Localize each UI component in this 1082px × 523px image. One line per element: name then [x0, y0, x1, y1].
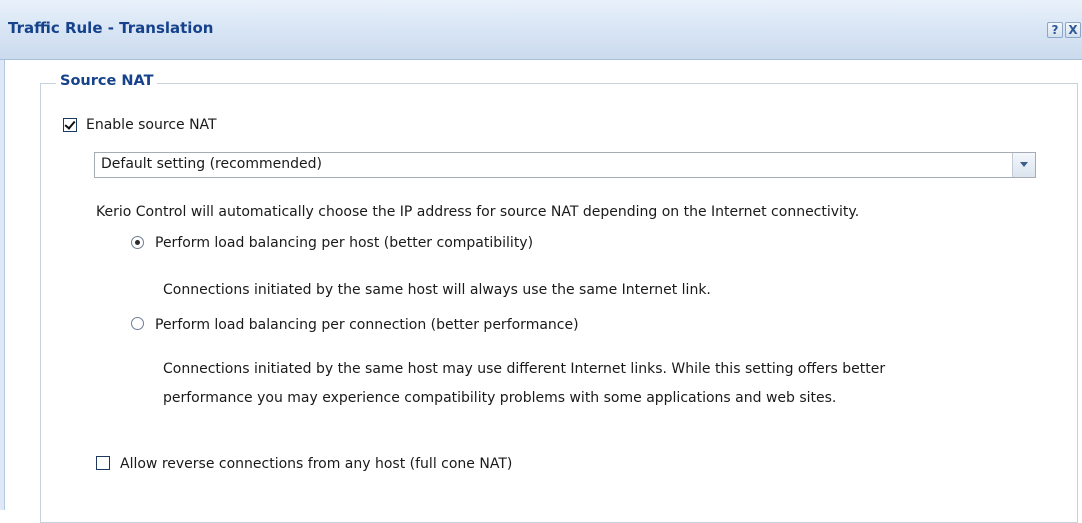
load-balancing-per-host-help: Connections initiated by the same host w… [163, 282, 711, 298]
load-balancing-per-host-label: Perform load balancing per host (better … [155, 235, 534, 251]
load-balancing-per-host-radio[interactable] [131, 236, 144, 249]
source-nat-mode-select[interactable]: Default setting (recommended) [94, 152, 1036, 178]
load-balancing-per-connection-help-line1: Connections initiated by the same host m… [163, 361, 886, 377]
source-nat-mode-value: Default setting (recommended) [101, 156, 322, 172]
source-nat-description: Kerio Control will automatically choose … [96, 204, 860, 220]
enable-source-nat-label: Enable source NAT [86, 117, 217, 133]
load-balancing-per-connection-help-line2: performance you may experience compatibi… [163, 390, 837, 406]
window-title: Traffic Rule - Translation [8, 19, 214, 37]
source-nat-legend: Source NAT [56, 73, 158, 89]
window-left-edge [0, 60, 5, 510]
load-balancing-per-connection-radio[interactable] [131, 317, 144, 330]
load-balancing-per-connection-label: Perform load balancing per connection (b… [155, 317, 579, 333]
full-cone-nat-checkbox[interactable] [96, 456, 110, 470]
window-titlebar: Traffic Rule - Translation ? X [0, 0, 1082, 60]
enable-source-nat-checkbox[interactable] [63, 118, 77, 132]
full-cone-nat-label: Allow reverse connections from any host … [120, 456, 513, 472]
help-button[interactable]: ? [1047, 22, 1063, 38]
chevron-down-icon[interactable] [1012, 153, 1035, 177]
close-button[interactable]: X [1065, 22, 1081, 38]
